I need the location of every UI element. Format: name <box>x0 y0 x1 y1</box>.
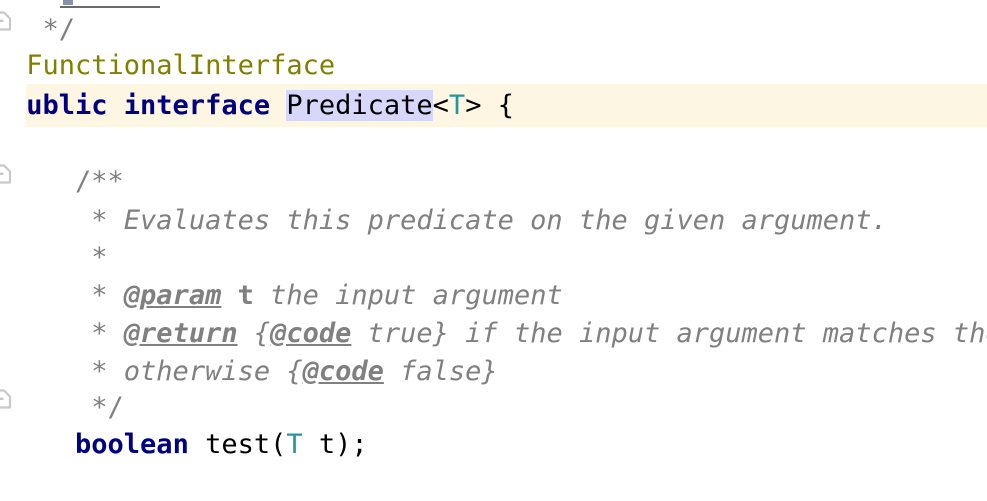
fold-icon <box>0 11 12 31</box>
code-token: false} <box>383 356 498 387</box>
code-token: * <box>91 318 124 349</box>
code-token: @code <box>270 318 352 349</box>
fold-marker-javadoc-top-clipped[interactable] <box>0 10 13 32</box>
code-token: t <box>237 280 254 311</box>
fold-icon <box>0 164 12 184</box>
code-line[interactable]: @FunctionalInterface <box>0 44 987 87</box>
code-line[interactable]: boolean test(T t); <box>0 423 987 466</box>
code-token: { <box>237 318 271 349</box>
code-line-content: boolean test(T t); <box>0 423 368 466</box>
code-line[interactable]: * @return {@code true} if the input argu… <box>0 312 987 355</box>
code-token: < <box>432 90 449 121</box>
code-token: * <box>91 280 124 311</box>
code-token: public interface <box>10 90 287 121</box>
code-token: /** <box>75 166 124 197</box>
code-token: test( <box>188 429 287 460</box>
code-line[interactable]: * @param t the input argument <box>0 274 987 317</box>
code-line-content: * @param t the input argument <box>0 274 563 317</box>
code-line[interactable]: /** <box>0 160 987 203</box>
code-line-content: public interface Predicate<T> { <box>0 84 514 127</box>
code-token: t); <box>302 429 368 460</box>
code-token: Evaluates this predicate on the given ar… <box>123 205 888 236</box>
code-line[interactable]: * <box>0 236 987 279</box>
code-text-area[interactable]: */@FunctionalInterface public interface P… <box>0 0 987 501</box>
code-token: */ <box>42 14 76 45</box>
code-token: T <box>286 429 303 460</box>
code-line-content: @FunctionalInterface <box>0 44 335 87</box>
editor-gutter[interactable] <box>0 0 26 501</box>
code-token: * <box>91 205 124 236</box>
code-token: Predicate <box>286 90 433 121</box>
code-token: the input argument <box>253 280 563 311</box>
code-token: * otherwise { <box>91 356 303 387</box>
code-token: > { <box>465 90 514 121</box>
fold-marker-javadoc-method-end[interactable] <box>0 388 13 410</box>
code-token: * <box>91 242 108 273</box>
fold-marker-javadoc-method[interactable] <box>0 163 13 185</box>
code-token: */ <box>91 392 124 423</box>
code-token: @param <box>123 280 222 311</box>
code-token: @code <box>302 356 384 387</box>
code-editor[interactable]: */@FunctionalInterface public interface P… <box>0 0 987 501</box>
code-token: @FunctionalInterface <box>10 50 336 81</box>
code-line[interactable]: public interface Predicate<T> { <box>0 84 987 127</box>
code-token: T <box>448 90 466 121</box>
code-token: @return <box>123 318 238 349</box>
code-token: boolean <box>75 429 189 460</box>
code-token: true} if the input argument matches the <box>351 318 987 349</box>
code-line-content: * @return {@code true} if the input argu… <box>0 312 987 355</box>
fold-icon <box>0 389 12 409</box>
